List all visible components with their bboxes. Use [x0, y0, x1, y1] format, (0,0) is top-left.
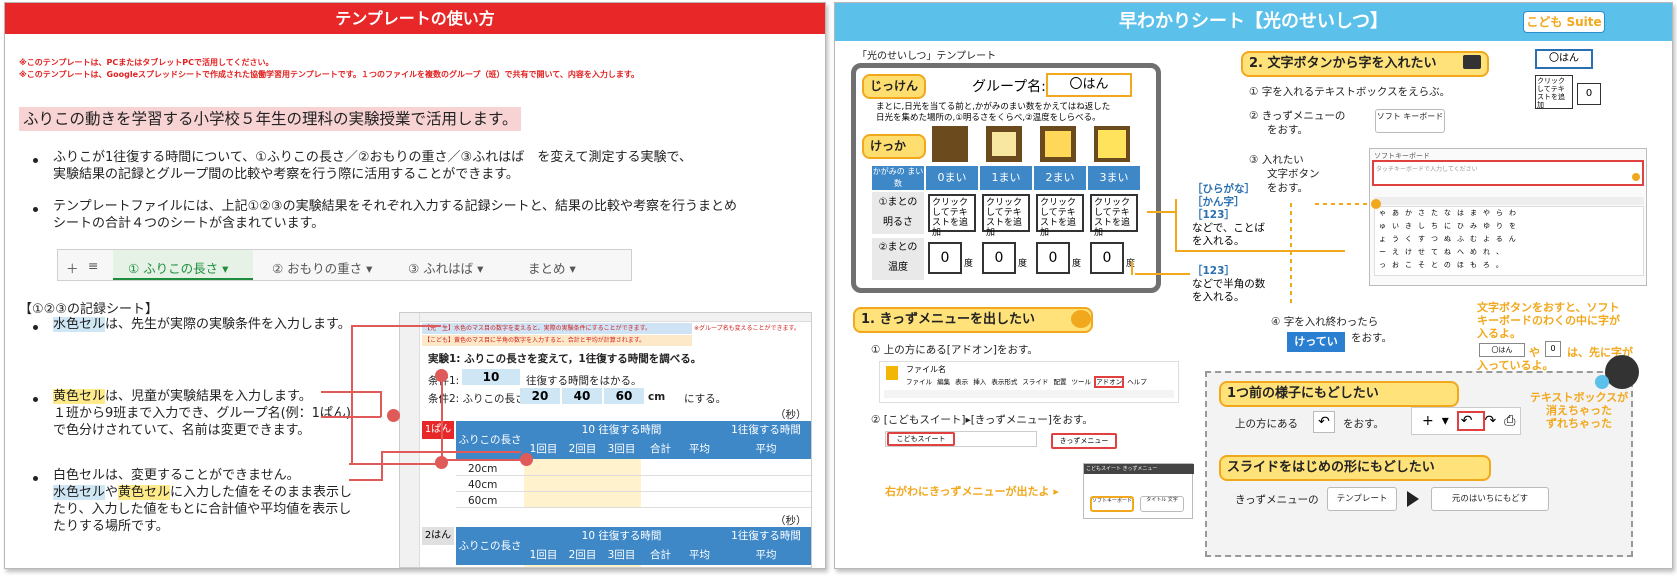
temperature-textbox[interactable]: 0: [928, 242, 962, 274]
kodomo-suite-logo: こども Suite: [1523, 11, 1605, 33]
condition-2-cell[interactable]: 60: [604, 388, 644, 404]
bullet-2a: テンプレートファイルには、上記①②③の実験結果をそれぞれ入力する記録シートと、結…: [53, 199, 738, 214]
temperature-textbox[interactable]: 0: [1090, 242, 1124, 274]
tab-weight[interactable]: ② おもりの重さ ▾: [272, 258, 372, 277]
cyan-cell-label: 水色セル: [53, 317, 106, 332]
keyboard-icon: [1463, 55, 1481, 69]
group-name-box[interactable]: 〇はん: [1046, 73, 1132, 97]
add-sheet-button[interactable]: ＋: [66, 258, 79, 277]
note-2: ※このテンプレートは、Googleスプレッドシートで作成された協働学習用テンプレ…: [19, 70, 640, 79]
undo-header: 1つ前の様子にもどしたい: [1219, 381, 1459, 407]
sad-face-icon: [1605, 355, 1639, 389]
jikken-label: じっけん: [862, 74, 926, 99]
finish-button[interactable]: けってい: [1287, 332, 1345, 352]
reset-layout-button[interactable]: 元のはいちにもどす: [1431, 487, 1549, 511]
sheet-list-button[interactable]: ≡: [88, 258, 98, 273]
brightness-textbox[interactable]: クリックしてテキストを追加: [928, 194, 976, 238]
kodomo-suite-menu[interactable]: こどもスイート: [887, 432, 955, 446]
tab-amplitude[interactable]: ③ ふれはば ▾: [408, 258, 483, 277]
soft-keyboard-button[interactable]: ソフト キーボード: [1375, 109, 1445, 133]
temperature-textbox[interactable]: 0: [982, 242, 1016, 274]
menu-bar[interactable]: ファイル 編集 表示 挿入 表示形式 スライド 配置 ツール アドオン ヘルプ: [906, 376, 1147, 388]
sheet-tab-bar: ＋ ≡ ① ふりこの長さ ▾ ② おもりの重さ ▾ ③ ふれはば ▾ まとめ ▾: [57, 249, 632, 281]
keyboard-keys[interactable]: ゃあかさたなはまやらわ ゅいきしちにひみゆりを ょうくすつぬふむよるん ーえけせてねへ…: [1374, 206, 1644, 276]
menu-bar-preview: ファイル名 ファイル 編集 表示 挿入 表示形式 スライド 配置 ツール アドオ…: [879, 361, 1179, 403]
brightness-textbox[interactable]: クリックしてテキストを追加: [1036, 194, 1084, 238]
note-1: ※このテンプレートは、PCまたはタブレットPCで活用してください。: [19, 58, 274, 67]
toolbar-preview: +▾ ↶ ↷⎙: [1411, 407, 1521, 435]
template-button[interactable]: テンプレート: [1327, 487, 1397, 511]
brightness-textbox[interactable]: クリックしてテキストを追加: [1090, 194, 1138, 238]
right-panel: 早わかりシート【光のせいしつ】 こども Suite 「光のせいしつ」テンプレート…: [834, 2, 1673, 569]
undo-icon: ↶: [1313, 411, 1335, 433]
reset-header: スライドをはじめの形にもどしたい: [1219, 455, 1491, 481]
section-1-header: 1. きっずメニューを出したい: [853, 307, 1093, 333]
table-row: 40cm: [468, 479, 498, 491]
experiment-title: 実験1: ふりこの長さを変えて，1往復する時間を調べる。: [428, 353, 702, 365]
hand-icon: [1071, 310, 1091, 328]
keyboard-tabs[interactable]: [1374, 197, 1644, 205]
kekka-label: けっか: [862, 134, 926, 159]
spreadsheet-preview: 【先 生】水色のマス目の数字を変えると、実際の実験条件にすることができます。 ※…: [399, 312, 812, 568]
temperature-textbox[interactable]: 0: [1036, 242, 1070, 274]
group-name-cell[interactable]: 2はん: [422, 527, 454, 545]
tab-summary[interactable]: まとめ ▾: [528, 258, 576, 277]
arrow-right-icon: [1407, 491, 1419, 507]
bullet-1a: ふりこが1往復する時間について、①ふりこの長さ／②おもりの重さ／③ふれはば を変…: [53, 150, 693, 165]
sample-group-box: 〇はん: [1535, 49, 1593, 69]
condition-2-cell[interactable]: 40: [562, 388, 602, 404]
slide-preview: じっけん グループ名: 〇はん まとに,日光を当てる前と,かがみのまい数をかえて…: [851, 63, 1161, 293]
left-title: テンプレートの使い方: [5, 3, 825, 34]
table-row: 60cm: [468, 495, 498, 507]
tab-length[interactable]: ① ふりこの長さ ▾: [128, 258, 228, 277]
table-row: 20cm: [468, 463, 498, 475]
left-panel: テンプレートの使い方 ※このテンプレートは、PCまたはタブレットPCで活用してく…: [4, 2, 826, 569]
brightness-textbox[interactable]: クリックしてテキストを追加: [982, 194, 1030, 238]
bullet-2b: シートの合計４つのシートが含まれています。: [53, 216, 325, 231]
kids-menu-item[interactable]: きっずメニュー: [1051, 433, 1117, 449]
template-subtitle: 「光のせいしつ」テンプレート: [857, 51, 997, 62]
condition-2-cell[interactable]: 20: [520, 388, 560, 404]
kids-menu-panel: こどもスイート きっずメニュー ソフトキーボード タイトル 文字: [1083, 463, 1194, 519]
bullet-1b: 実験結果の記録とグループ間の比較や考察を行う際に活用することができます。: [53, 167, 519, 182]
soft-keyboard-panel: ソフトキーボード タッチキーボードで入力してください ゃあかさたなはまやらわ ゅい…: [1369, 148, 1647, 286]
addon-menu[interactable]: アドオン: [1094, 376, 1125, 388]
condition-1-cell[interactable]: 10: [462, 369, 520, 385]
keyboard-input[interactable]: タッチキーボードで入力してください: [1372, 160, 1644, 186]
main-heading: ふりこの動きを学習する小学校５年生の理科の実験授業で活用します。: [19, 107, 522, 131]
section-2-header: 2. 文字ボタンから字を入れたい: [1241, 51, 1489, 77]
group-name-cell[interactable]: 1ぱん: [422, 421, 454, 439]
yellow-cell-label: 黄色セル: [53, 389, 106, 404]
